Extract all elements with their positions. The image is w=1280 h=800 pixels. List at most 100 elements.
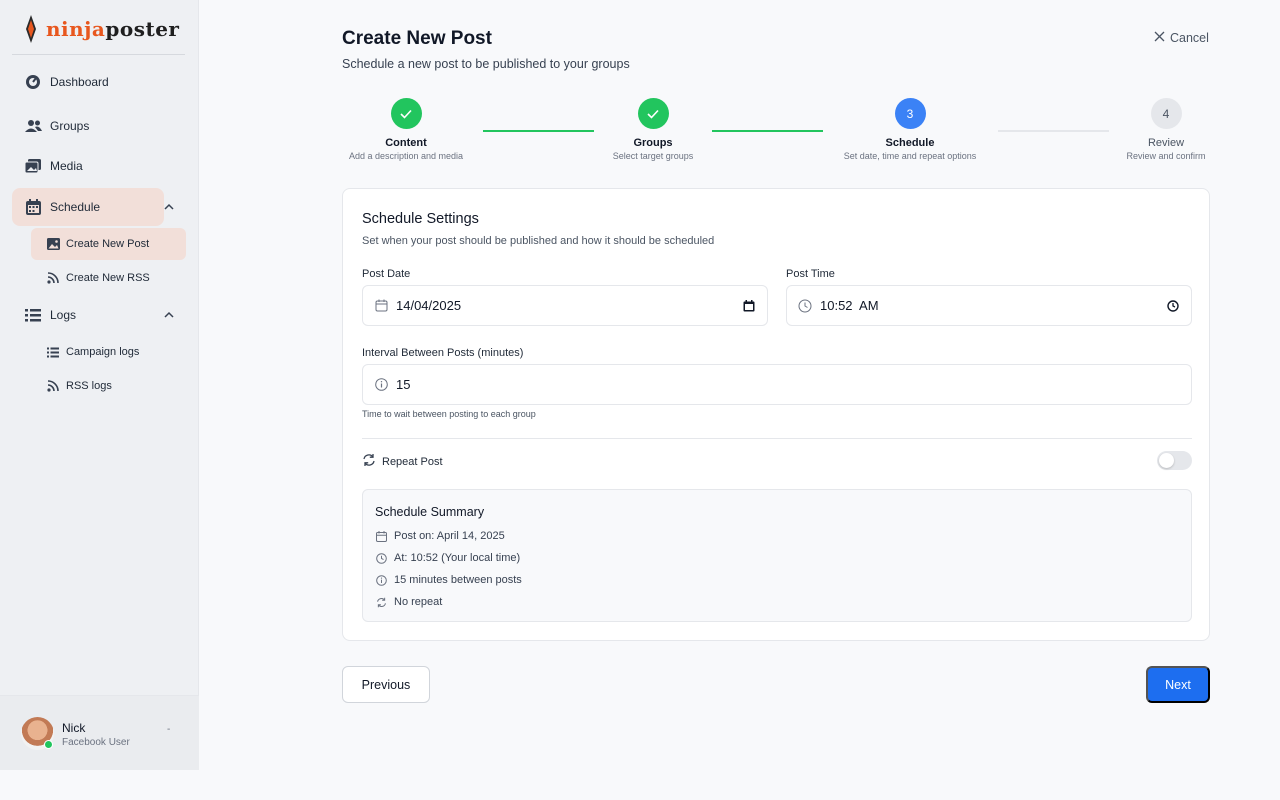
list-icon bbox=[24, 306, 42, 324]
page-title: Create New Post bbox=[342, 28, 492, 49]
step-number: 4 bbox=[1150, 98, 1182, 129]
step-label: Content bbox=[385, 137, 427, 149]
step-label: Groups bbox=[633, 137, 673, 149]
check-icon bbox=[390, 98, 422, 129]
summary-text: No repeat bbox=[394, 596, 443, 608]
step-number: 3 bbox=[894, 98, 926, 129]
sidebar-subitem-create-new-post[interactable]: Create New Post bbox=[31, 228, 186, 260]
post-time-value: 10:52 AM bbox=[820, 298, 879, 313]
ninja-logo-icon bbox=[26, 15, 36, 43]
user-role: Facebook User bbox=[62, 737, 130, 748]
previous-button[interactable]: Previous bbox=[342, 666, 430, 703]
user-name: Nick bbox=[62, 721, 86, 735]
sidebar-item-label: Media bbox=[50, 159, 83, 173]
sidebar-item-label: Dashboard bbox=[50, 75, 109, 89]
brand-name: ninjaposter bbox=[46, 17, 180, 41]
clock-icon bbox=[798, 299, 812, 313]
time-picker-icon[interactable] bbox=[1166, 299, 1180, 313]
sidebar-item-schedule[interactable]: Schedule bbox=[12, 188, 174, 226]
calendar-icon bbox=[375, 530, 387, 542]
interval-hint: Time to wait between posting to each gro… bbox=[362, 409, 536, 419]
summary-text: 15 minutes between posts bbox=[394, 574, 522, 586]
summary-row: 15 minutes between posts bbox=[375, 574, 522, 586]
interval-value: 15 bbox=[396, 377, 411, 392]
post-date-label: Post Date bbox=[362, 268, 411, 280]
list-icon bbox=[46, 345, 60, 359]
brand-logo[interactable]: ninjaposter bbox=[24, 14, 179, 44]
media-icon bbox=[24, 157, 42, 175]
interval-input[interactable]: 15 bbox=[362, 364, 1192, 405]
sidebar-subitem-create-new-rss[interactable]: Create New RSS bbox=[31, 262, 186, 294]
schedule-settings-card: Schedule Settings Set when your post sho… bbox=[342, 188, 1210, 641]
summary-text: Post on: April 14, 2025 bbox=[394, 530, 505, 542]
page-subtitle: Schedule a new post to be published to y… bbox=[342, 57, 630, 71]
sidebar-subitem-label: Campaign logs bbox=[66, 346, 140, 358]
post-time-label: Post Time bbox=[786, 268, 835, 280]
repeat-post-row: Repeat Post bbox=[362, 453, 443, 470]
sidebar-item-media[interactable]: Media bbox=[12, 147, 164, 185]
user-menu-icon[interactable]: - bbox=[167, 724, 170, 735]
users-icon bbox=[24, 117, 42, 135]
calendar-icon bbox=[24, 198, 42, 216]
calendar-icon bbox=[374, 299, 388, 313]
sidebar-subitem-label: RSS logs bbox=[66, 380, 112, 392]
summary-row: At: 10:52 (Your local time) bbox=[375, 552, 520, 564]
step-desc: Add a description and media bbox=[348, 151, 464, 161]
card-desc: Set when your post should be published a… bbox=[362, 235, 715, 247]
cancel-label: Cancel bbox=[1170, 31, 1209, 45]
sidebar-item-label: Groups bbox=[50, 119, 90, 133]
clock-icon bbox=[375, 552, 387, 564]
dashboard-icon bbox=[24, 73, 42, 91]
step-desc: Review and confirm bbox=[1126, 151, 1206, 161]
repeat-icon bbox=[362, 453, 376, 470]
cancel-button[interactable]: Cancel bbox=[1154, 31, 1209, 45]
info-icon bbox=[375, 574, 387, 586]
step-desc: Select target groups bbox=[612, 151, 694, 161]
summary-text: At: 10:52 (Your local time) bbox=[394, 552, 521, 564]
interval-label: Interval Between Posts (minutes) bbox=[362, 347, 524, 359]
image-icon bbox=[46, 237, 60, 251]
card-title: Schedule Settings bbox=[362, 211, 479, 227]
step-schedule[interactable]: 3 Schedule Set date, time and repeat opt… bbox=[820, 98, 1000, 161]
sidebar-subitem-label: Create New RSS bbox=[66, 272, 150, 284]
sidebar-subitem-label: Create New Post bbox=[66, 238, 150, 250]
repeat-post-label: Repeat Post bbox=[382, 455, 443, 468]
step-label: Review bbox=[1147, 137, 1185, 149]
sidebar-item-logs[interactable]: Logs bbox=[12, 296, 174, 334]
sidebar-item-label: Logs bbox=[50, 308, 77, 322]
post-date-value: 14/04/2025 bbox=[396, 298, 462, 313]
sidebar-item-label: Schedule bbox=[50, 200, 101, 214]
rss-icon bbox=[46, 379, 60, 393]
summary-row: No repeat bbox=[375, 596, 442, 608]
user-profile[interactable]: Nick Facebook User - bbox=[0, 695, 199, 770]
summary-title: Schedule Summary bbox=[375, 505, 485, 519]
repeat-post-toggle[interactable] bbox=[1157, 451, 1192, 470]
sidebar-divider bbox=[12, 54, 185, 55]
summary-row: Post on: April 14, 2025 bbox=[375, 530, 505, 542]
sidebar-subitem-campaign-logs[interactable]: Campaign logs bbox=[31, 336, 186, 368]
step-content[interactable]: Content Add a description and media bbox=[316, 98, 496, 161]
sidebar: ninjaposter Dashboard Groups Media Sched… bbox=[0, 0, 199, 770]
schedule-summary: Schedule Summary Post on: April 14, 2025… bbox=[362, 489, 1192, 622]
chevron-up-icon[interactable] bbox=[162, 200, 176, 214]
sidebar-item-groups[interactable]: Groups bbox=[12, 107, 164, 145]
post-time-input[interactable]: 10:52 AM bbox=[786, 285, 1192, 326]
date-picker-icon[interactable] bbox=[742, 299, 756, 313]
step-review[interactable]: 4 Review Review and confirm bbox=[1076, 98, 1256, 161]
info-icon bbox=[374, 378, 388, 392]
repeat-icon bbox=[375, 596, 387, 608]
step-groups[interactable]: Groups Select target groups bbox=[563, 98, 743, 161]
card-divider bbox=[362, 438, 1192, 439]
toggle-knob bbox=[1159, 453, 1174, 468]
next-button[interactable]: Next bbox=[1146, 666, 1210, 703]
check-icon bbox=[637, 98, 669, 129]
rss-icon bbox=[46, 271, 60, 285]
step-label: Schedule bbox=[885, 137, 935, 149]
sidebar-subitem-rss-logs[interactable]: RSS logs bbox=[31, 370, 186, 402]
close-icon bbox=[1154, 31, 1165, 45]
online-status-dot bbox=[44, 740, 53, 749]
step-desc: Set date, time and repeat options bbox=[843, 151, 977, 161]
post-date-input[interactable]: 14/04/2025 bbox=[362, 285, 768, 326]
chevron-up-icon[interactable] bbox=[162, 308, 176, 322]
sidebar-item-dashboard[interactable]: Dashboard bbox=[12, 63, 164, 101]
